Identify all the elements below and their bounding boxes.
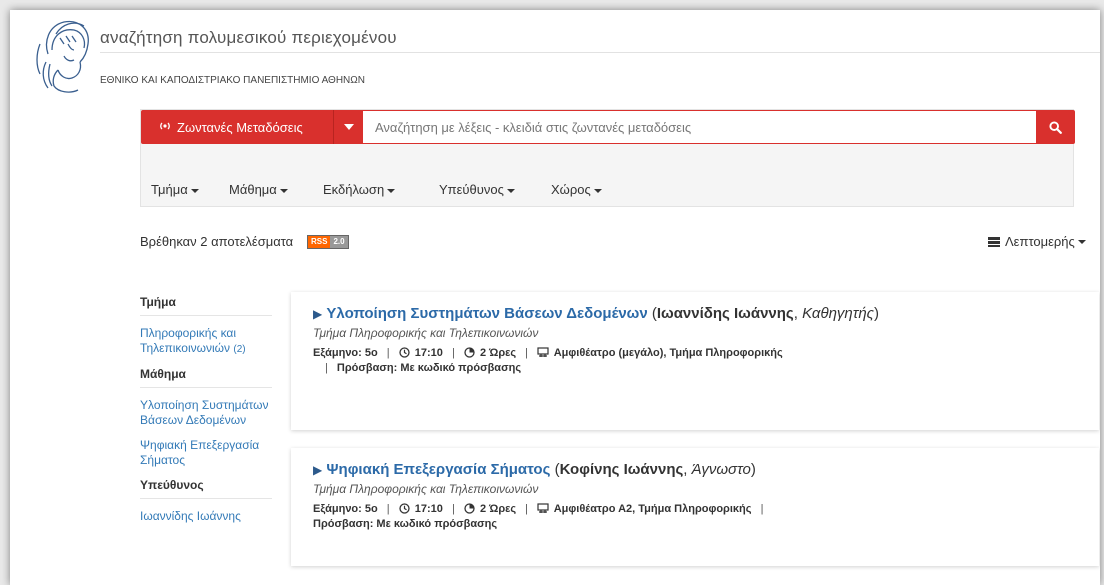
facet-heading-course: Μάθημα [140, 367, 272, 388]
caret-down-icon [279, 188, 288, 193]
duration-icon [464, 347, 475, 358]
result-title-link[interactable]: Υλοποίηση Συστημάτων Βάσεων Δεδομένων [326, 305, 647, 322]
search-input[interactable] [363, 110, 1036, 144]
result-instructor: Ιωαννίδης Ιωάννης [656, 305, 794, 322]
view-mode-dropdown[interactable]: Λεπτομερής [988, 234, 1086, 249]
page-frame: αναζήτηση πολυμεσικού περιεχομένου ΕΘΝΙΚ… [10, 10, 1100, 585]
room-icon [537, 347, 549, 357]
list-view-icon [988, 236, 1000, 247]
result-time: 17:10 [414, 503, 443, 515]
result-meta: Εξάμηνο: 5ο | 17:10 | 2 Ώρες | Αμφιθέατρ… [313, 347, 783, 374]
clock-icon [399, 347, 410, 358]
facet-item-course[interactable]: Ψηφιακή Επεξεργασία Σήματος [140, 438, 272, 468]
result-duration: 2 Ώρες [479, 503, 517, 515]
filter-course[interactable]: Μάθημα [229, 182, 288, 197]
filter-event[interactable]: Εκδήλωση [323, 182, 396, 197]
result-duration: 2 Ώρες [479, 347, 517, 359]
site-title[interactable]: αναζήτηση πολυμεσικού περιεχομένου [100, 28, 397, 48]
duration-icon [464, 503, 475, 514]
play-triangle-icon: ▶ [313, 463, 323, 477]
view-mode-label: Λεπτομερής [1005, 234, 1075, 249]
facet-item-course[interactable]: Υλοποίηση Συστημάτων Βάσεων Δεδομένων [140, 398, 272, 428]
filter-instructor[interactable]: Υπεύθυνος [439, 182, 515, 197]
search-button[interactable] [1036, 110, 1075, 144]
result-instructor: Κοφίνης Ιωάννης [559, 461, 684, 478]
live-broadcasts-button[interactable]: Ζωντανές Μεταδόσεις [141, 110, 333, 144]
play-triangle-icon: ▶ [313, 307, 323, 321]
result-time: 17:10 [414, 347, 443, 359]
filter-department[interactable]: Τμήμα [151, 182, 199, 197]
result-title-line: ▶ Ψηφιακή Επεξεργασία Σήματος (Κοφίνης Ι… [313, 461, 756, 478]
result-meta: Εξάμηνο: 5ο | 17:10 | 2 Ώρες | Αμφιθέατρ… [313, 503, 764, 530]
result-access: Πρόσβαση: Με κωδικό πρόσβασης [313, 518, 498, 530]
clock-icon [399, 503, 410, 514]
result-card: ▶ Υλοποίηση Συστημάτων Βάσεων Δεδομένων … [291, 292, 1099, 430]
university-athena-logo[interactable] [34, 14, 98, 98]
caret-down-icon [190, 188, 199, 193]
result-access: Πρόσβαση: Με κωδικό πρόσβασης [336, 362, 522, 374]
search-icon [1049, 120, 1062, 134]
result-card: ▶ Ψηφιακή Επεξεργασία Σήματος (Κοφίνης Ι… [291, 448, 1099, 566]
caret-down-icon [1077, 239, 1086, 244]
result-instructor-role: Καθηγητής [802, 305, 874, 322]
caret-down-icon [387, 188, 396, 193]
broadcast-icon [159, 121, 171, 134]
result-room: Αμφιθέατρο (μεγάλο), Τμήμα Πληροφορικής [553, 347, 783, 359]
results-count: Βρέθηκαν 2 αποτελέσματα [140, 234, 294, 249]
facet-item-department[interactable]: Πληροφορικής και Τηλεπικοινωνιών (2) [140, 326, 272, 357]
result-department: Τμήμα Πληροφορικής και Τηλεπικοινωνιών [313, 482, 539, 496]
caret-down-icon [593, 188, 602, 193]
university-name: ΕΘΝΙΚΟ ΚΑΙ ΚΑΠΟΔΙΣΤΡΙΑΚΟ ΠΑΝΕΠΙΣΤΗΜΙΟ ΑΘ… [100, 75, 365, 86]
rss-feed-link[interactable]: RSS 2.0 [307, 235, 349, 249]
live-broadcasts-label: Ζωντανές Μεταδόσεις [177, 119, 303, 135]
room-icon [537, 503, 549, 513]
filter-location[interactable]: Χώρος [551, 182, 602, 197]
header-divider [100, 52, 1100, 53]
rss-version: 2.0 [330, 236, 348, 248]
facet-heading-department: Τμήμα [140, 295, 272, 316]
result-department: Τμήμα Πληροφορικής και Τηλεπικοινωνιών [313, 326, 539, 340]
result-room: Αμφιθέατρο Α2, Τμήμα Πληροφορικής [553, 503, 752, 515]
result-instructor-role: Άγνωστο [691, 461, 751, 478]
facet-sidebar: Τμήμα Πληροφορικής και Τηλεπικοινωνιών (… [140, 295, 272, 534]
facet-item-instructor[interactable]: Ιωαννίδης Ιωάννης [140, 509, 272, 524]
chevron-down-icon [343, 124, 354, 130]
search-bar: Ζωντανές Μεταδόσεις [141, 110, 1075, 144]
caret-down-icon [506, 188, 515, 193]
result-title-line: ▶ Υλοποίηση Συστημάτων Βάσεων Δεδομένων … [313, 305, 879, 322]
result-semester: Εξάμηνο: 5ο [313, 503, 378, 515]
facet-heading-instructor: Υπεύθυνος [140, 478, 272, 499]
result-title-link[interactable]: Ψηφιακή Επεξεργασία Σήματος [326, 461, 550, 478]
search-mode-dropdown[interactable] [333, 110, 363, 144]
filter-bar: Τμήμα Μάθημα Εκδήλωση Υπεύθυνος Χώρος [141, 182, 1075, 202]
rss-label: RSS [308, 236, 331, 248]
search-panel: Ζωντανές Μεταδόσεις Τμήμα Μάθημα Εκδήλωσ… [140, 109, 1075, 207]
facet-count: (2) [233, 344, 246, 355]
result-semester: Εξάμηνο: 5ο [313, 347, 378, 359]
